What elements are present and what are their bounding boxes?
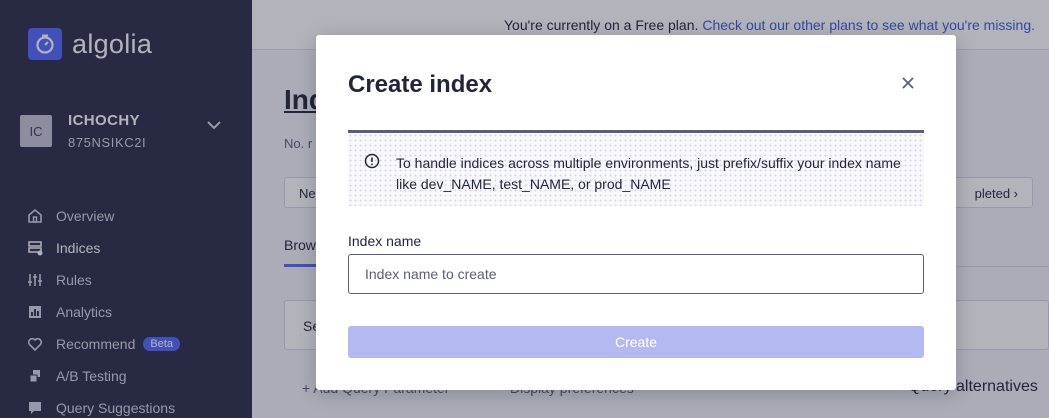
close-button[interactable] [898, 73, 918, 93]
info-callout: To handle indices across multiple enviro… [348, 130, 924, 206]
create-button[interactable]: Create [348, 326, 924, 358]
info-icon [364, 153, 380, 169]
modal-title: Create index [348, 71, 493, 98]
index-name-label: Index name [348, 233, 422, 249]
create-index-modal: Create index To handle indices across mu… [316, 35, 956, 390]
index-name-input[interactable] [348, 254, 924, 294]
info-text: To handle indices across multiple enviro… [396, 155, 901, 192]
close-icon [902, 77, 914, 89]
